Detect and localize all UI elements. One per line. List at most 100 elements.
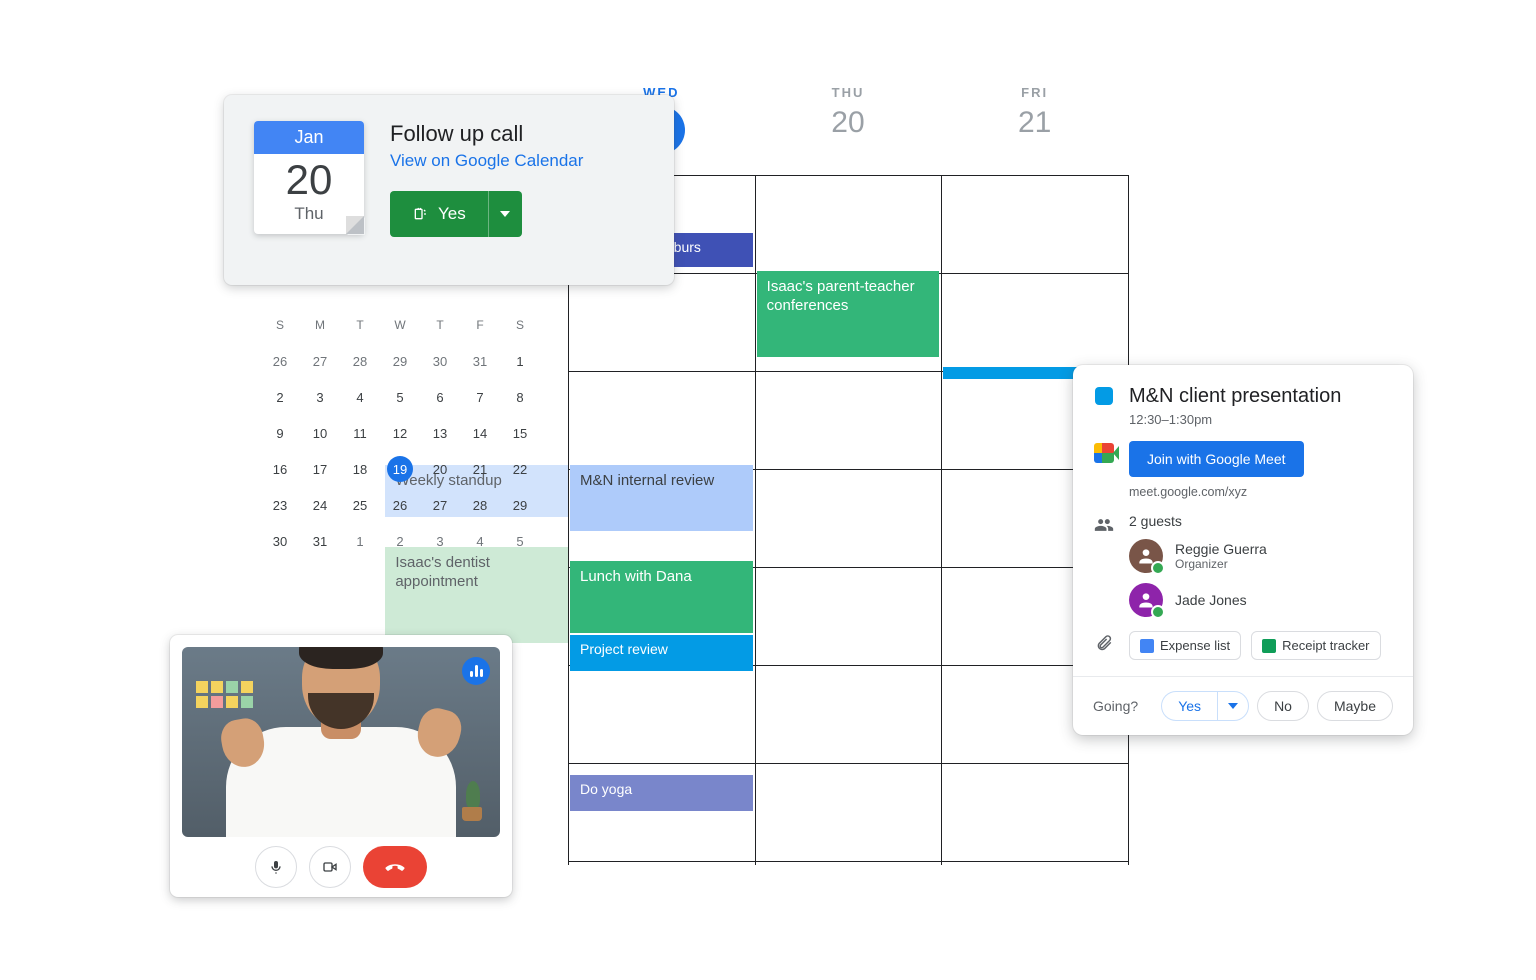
mini-day[interactable]: 31 xyxy=(300,523,340,559)
event-label: Lunch with Dana xyxy=(580,568,692,585)
mini-dow: T xyxy=(420,307,460,343)
mini-day[interactable]: 8 xyxy=(500,379,540,415)
mini-day[interactable]: 29 xyxy=(500,487,540,523)
video-call-card xyxy=(170,635,512,897)
going-no-button[interactable]: No xyxy=(1257,691,1309,721)
speaking-indicator-icon xyxy=(462,657,490,685)
guest-name: Reggie Guerra xyxy=(1175,541,1267,557)
mini-day[interactable]: 13 xyxy=(420,415,460,451)
mini-day[interactable]: 30 xyxy=(420,343,460,379)
attachment-icon xyxy=(1093,631,1115,651)
view-on-calendar-link[interactable]: View on Google Calendar xyxy=(390,151,583,170)
calendar-event-internal[interactable]: M&N internal review xyxy=(570,465,753,531)
mini-day[interactable]: 2 xyxy=(380,523,420,559)
calendar-event-yoga[interactable]: Do yoga xyxy=(570,775,753,811)
mini-day[interactable]: 9 xyxy=(260,415,300,451)
mini-day[interactable]: 24 xyxy=(300,487,340,523)
weekday-number[interactable]: 20 xyxy=(755,106,942,140)
going-yes-button[interactable]: Yes xyxy=(1161,691,1217,721)
calendar-event-proj[interactable]: Project review xyxy=(570,635,753,671)
weekday-number[interactable]: 21 xyxy=(941,106,1128,140)
mini-day[interactable]: 3 xyxy=(420,523,460,559)
sparkle-icon xyxy=(412,206,428,222)
calendar-event-lunch[interactable]: Lunch with Dana xyxy=(570,561,753,633)
mini-day[interactable]: 30 xyxy=(260,523,300,559)
google-meet-icon xyxy=(1094,443,1114,463)
attachment-label: Expense list xyxy=(1160,638,1230,653)
attachment-label: Receipt tracker xyxy=(1282,638,1369,653)
tearoff-month: Jan xyxy=(254,121,364,154)
mini-day[interactable]: 28 xyxy=(460,487,500,523)
mini-day[interactable]: 25 xyxy=(340,487,380,523)
event-label: Isaac's dentist appointment xyxy=(395,554,490,590)
rsvp-dropdown-button[interactable] xyxy=(488,191,522,237)
guests-icon xyxy=(1093,513,1115,535)
followup-title: Follow up call xyxy=(390,121,648,147)
event-detail-card: M&N client presentation 12:30–1:30pm Joi… xyxy=(1073,365,1413,735)
guest-role: Organizer xyxy=(1175,557,1267,571)
mini-calendar: SMTWTFS262728293031123456789101112131415… xyxy=(260,307,540,559)
doc-type-icon xyxy=(1140,639,1154,653)
mini-day[interactable]: 10 xyxy=(300,415,340,451)
event-time: 12:30–1:30pm xyxy=(1129,412,1393,427)
doc-type-icon xyxy=(1262,639,1276,653)
mini-day[interactable]: 15 xyxy=(500,415,540,451)
calendar-event-dentist[interactable]: Isaac's dentist appointment xyxy=(385,547,568,643)
mini-day[interactable]: 11 xyxy=(340,415,380,451)
mini-dow: T xyxy=(340,307,380,343)
mini-day[interactable]: 16 xyxy=(260,451,300,487)
mini-day[interactable]: 6 xyxy=(420,379,460,415)
going-label: Going? xyxy=(1093,698,1138,714)
rsvp-yes-button[interactable]: Yes xyxy=(390,191,522,237)
mini-day[interactable]: 5 xyxy=(380,379,420,415)
rsvp-yes-label: Yes xyxy=(438,204,466,224)
mini-day[interactable]: 26 xyxy=(260,343,300,379)
mini-day[interactable]: 26 xyxy=(380,487,420,523)
end-call-button[interactable] xyxy=(363,846,427,888)
join-meet-button[interactable]: Join with Google Meet xyxy=(1129,441,1304,477)
mini-dow: S xyxy=(500,307,540,343)
mini-dow: W xyxy=(380,307,420,343)
mini-day[interactable]: 28 xyxy=(340,343,380,379)
mini-day[interactable]: 14 xyxy=(460,415,500,451)
mini-day[interactable]: 23 xyxy=(260,487,300,523)
attachment-chip[interactable]: Receipt tracker xyxy=(1251,631,1380,660)
mini-day[interactable]: 27 xyxy=(300,343,340,379)
accepted-check-icon xyxy=(1151,561,1165,575)
mini-day[interactable]: 3 xyxy=(300,379,340,415)
mini-day[interactable]: 12 xyxy=(380,415,420,451)
mini-day[interactable]: 27 xyxy=(420,487,460,523)
mic-icon xyxy=(268,859,284,875)
going-maybe-button[interactable]: Maybe xyxy=(1317,691,1393,721)
attachment-chip[interactable]: Expense list xyxy=(1129,631,1241,660)
mini-day[interactable]: 20 xyxy=(420,451,460,487)
mini-day[interactable]: 4 xyxy=(460,523,500,559)
accepted-check-icon xyxy=(1151,605,1165,619)
mini-day[interactable]: 5 xyxy=(500,523,540,559)
mini-day[interactable]: 21 xyxy=(460,451,500,487)
weekday-label: FRI xyxy=(941,85,1128,100)
mini-day[interactable]: 17 xyxy=(300,451,340,487)
mini-day[interactable]: 22 xyxy=(500,451,540,487)
event-title: M&N client presentation xyxy=(1129,385,1393,408)
mini-day[interactable]: 1 xyxy=(500,343,540,379)
going-yes-dropdown[interactable] xyxy=(1217,691,1249,721)
toggle-camera-button[interactable] xyxy=(309,846,351,888)
mute-mic-button[interactable] xyxy=(255,846,297,888)
guest-name: Jade Jones xyxy=(1175,592,1247,608)
event-label: Isaac's parent-teacher conferences xyxy=(767,278,915,314)
mini-day[interactable]: 19 xyxy=(380,451,420,487)
mini-day[interactable]: 4 xyxy=(340,379,380,415)
mini-dow: S xyxy=(260,307,300,343)
mini-day[interactable]: 29 xyxy=(380,343,420,379)
mini-day[interactable]: 2 xyxy=(260,379,300,415)
hangup-icon xyxy=(384,856,406,878)
mini-dow: M xyxy=(300,307,340,343)
mini-day[interactable]: 31 xyxy=(460,343,500,379)
mini-day[interactable]: 18 xyxy=(340,451,380,487)
event-label: M&N internal review xyxy=(580,472,714,489)
mini-day[interactable]: 1 xyxy=(340,523,380,559)
calendar-event-parent[interactable]: Isaac's parent-teacher conferences xyxy=(757,271,940,357)
mini-day[interactable]: 7 xyxy=(460,379,500,415)
guest-row: Jade Jones xyxy=(1129,583,1393,617)
